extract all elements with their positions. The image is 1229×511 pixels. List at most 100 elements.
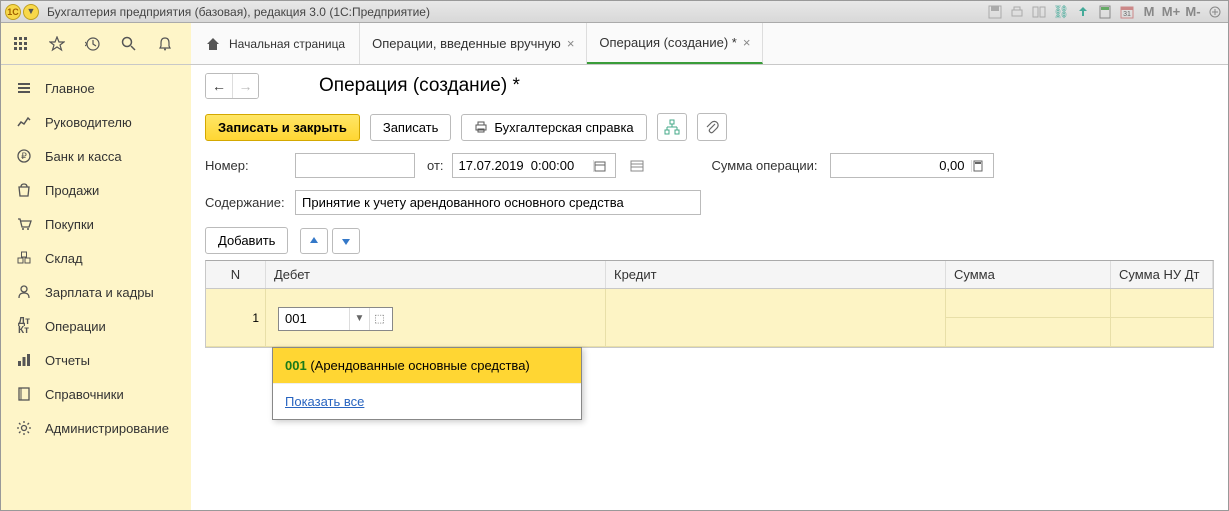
col-header-sum[interactable]: Сумма <box>946 261 1111 288</box>
home-tab[interactable]: Начальная страница <box>191 23 360 64</box>
sidebar-item-admin[interactable]: Администрирование <box>1 411 191 445</box>
move-down-button[interactable] <box>332 228 360 254</box>
sum-input[interactable] <box>831 154 971 177</box>
entries-grid: N Дебет Кредит Сумма Сумма НУ Дт 1 ▼ ⬚ <box>205 260 1214 348</box>
link-icon[interactable]: ⛓ <box>1052 4 1070 20</box>
sidebar-item-label: Продажи <box>45 183 99 198</box>
cell-sum-nu-1[interactable] <box>1111 289 1213 318</box>
compare-icon[interactable] <box>1030 4 1048 20</box>
cell-debit[interactable]: ▼ ⬚ 001 (Арендованные основные средства)… <box>266 289 606 347</box>
print-icon[interactable] <box>1008 4 1026 20</box>
sidebar-item-main[interactable]: Главное <box>1 71 191 105</box>
close-icon[interactable]: × <box>743 35 751 50</box>
col-header-credit[interactable]: Кредит <box>606 261 946 288</box>
svg-text:31: 31 <box>1123 11 1131 18</box>
sum-label: Сумма операции: <box>712 158 818 173</box>
option-desc: (Арендованные основные средства) <box>307 358 530 373</box>
tabs-area: Начальная страница Операции, введенные в… <box>191 23 1228 64</box>
sidebar-item-label: Справочники <box>45 387 124 402</box>
number-input[interactable] <box>295 153 415 178</box>
sidebar-item-bank[interactable]: ₽ Банк и касса <box>1 139 191 173</box>
home-icon <box>205 36 221 52</box>
expand-icon[interactable] <box>1206 4 1224 20</box>
autocomplete-option[interactable]: 001 (Арендованные основные средства) <box>273 348 581 383</box>
ruble-icon: ₽ <box>15 147 33 165</box>
dropdown-icon[interactable]: ▼ <box>349 308 369 330</box>
content-label: Содержание: <box>205 195 287 210</box>
save-button[interactable]: Записать <box>370 114 452 141</box>
tab-operations-manual[interactable]: Операции, введенные вручную × <box>360 23 587 64</box>
favorite-star-icon[interactable] <box>47 34 67 54</box>
cell-sum-1[interactable] <box>946 289 1111 318</box>
sidebar-item-label: Операции <box>45 319 106 334</box>
move-up-button[interactable] <box>300 228 328 254</box>
close-icon[interactable]: × <box>567 36 575 51</box>
bell-icon[interactable] <box>155 34 175 54</box>
save-disk-icon[interactable] <box>986 4 1004 20</box>
date-input-wrapper <box>452 153 616 178</box>
sidebar-item-label: Руководителю <box>45 115 132 130</box>
gear-icon <box>15 419 33 437</box>
nav-forward-button[interactable]: → <box>232 74 258 98</box>
sidebar-item-label: Зарплата и кадры <box>45 285 154 300</box>
form-mode-icon[interactable] <box>630 160 644 172</box>
sidebar-item-sales[interactable]: Продажи <box>1 173 191 207</box>
table-row[interactable]: 1 ▼ ⬚ 001 (Арендованные основные средств… <box>206 289 1213 347</box>
add-row-button[interactable]: Добавить <box>205 227 288 254</box>
col-header-debit[interactable]: Дебет <box>266 261 606 288</box>
from-label: от: <box>427 158 444 173</box>
toolbar-icons <box>1 23 191 64</box>
search-icon[interactable] <box>119 34 139 54</box>
calculator-picker-icon[interactable] <box>971 160 993 172</box>
cell-sum-2[interactable] <box>946 318 1111 347</box>
sidebar-item-label: Покупки <box>45 217 94 232</box>
title-bar: 1C ▼ Бухгалтерия предприятия (базовая), … <box>1 1 1228 23</box>
nav-back-button[interactable]: ← <box>206 74 232 98</box>
col-header-sum-nu[interactable]: Сумма НУ Дт <box>1111 261 1213 288</box>
sidebar-item-purchases[interactable]: Покупки <box>1 207 191 241</box>
structure-button[interactable] <box>657 113 687 141</box>
memory-mplus-button[interactable]: M+ <box>1162 4 1180 20</box>
calendar-picker-icon[interactable] <box>593 160 615 172</box>
sidebar-item-label: Отчеты <box>45 353 90 368</box>
save-and-close-button[interactable]: Записать и закрыть <box>205 114 360 141</box>
print-icon <box>474 120 488 134</box>
attach-button[interactable] <box>697 113 727 141</box>
app-menu-dropdown[interactable]: ▼ <box>23 4 39 20</box>
cell-n: 1 <box>206 289 266 347</box>
cell-sum-nu-2[interactable] <box>1111 318 1213 347</box>
open-picker-icon[interactable]: ⬚ <box>369 308 389 330</box>
sidebar-item-hr[interactable]: Зарплата и кадры <box>1 275 191 309</box>
account-input-wrapper: ▼ ⬚ <box>278 307 393 331</box>
sidebar-item-label: Главное <box>45 81 95 96</box>
tab-operation-create[interactable]: Операция (создание) * × <box>587 23 763 64</box>
debit-account-input[interactable] <box>279 308 349 330</box>
memory-m-button[interactable]: M <box>1140 4 1158 20</box>
app-logo-icon: 1C <box>5 4 21 20</box>
number-label: Номер: <box>205 158 287 173</box>
sidebar-item-reports[interactable]: Отчеты <box>1 343 191 377</box>
cell-credit[interactable] <box>606 289 946 347</box>
hierarchy-icon <box>664 119 680 135</box>
chart-line-icon <box>15 113 33 131</box>
apps-grid-icon[interactable] <box>11 34 31 54</box>
sidebar-item-catalogs[interactable]: Справочники <box>1 377 191 411</box>
sidebar-item-label: Банк и касса <box>45 149 122 164</box>
window-title: Бухгалтерия предприятия (базовая), редак… <box>47 5 430 19</box>
paperclip-icon <box>705 120 719 134</box>
upload-icon[interactable] <box>1074 4 1092 20</box>
sidebar-item-warehouse[interactable]: Склад <box>1 241 191 275</box>
date-input[interactable] <box>453 154 593 177</box>
sidebar-item-manager[interactable]: Руководителю <box>1 105 191 139</box>
sidebar-item-operations[interactable]: ДтКт Операции <box>1 309 191 343</box>
sidebar: Главное Руководителю ₽ Банк и касса Прод… <box>1 65 191 510</box>
calendar-icon[interactable]: 31 <box>1118 4 1136 20</box>
memory-mminus-button[interactable]: M- <box>1184 4 1202 20</box>
history-icon[interactable] <box>83 34 103 54</box>
sidebar-item-label: Администрирование <box>45 421 169 436</box>
content-input[interactable] <box>295 190 701 215</box>
show-all-link[interactable]: Показать все <box>273 383 581 419</box>
calculator-icon[interactable] <box>1096 4 1114 20</box>
col-header-n[interactable]: N <box>206 261 266 288</box>
print-reference-button[interactable]: Бухгалтерская справка <box>461 114 646 141</box>
